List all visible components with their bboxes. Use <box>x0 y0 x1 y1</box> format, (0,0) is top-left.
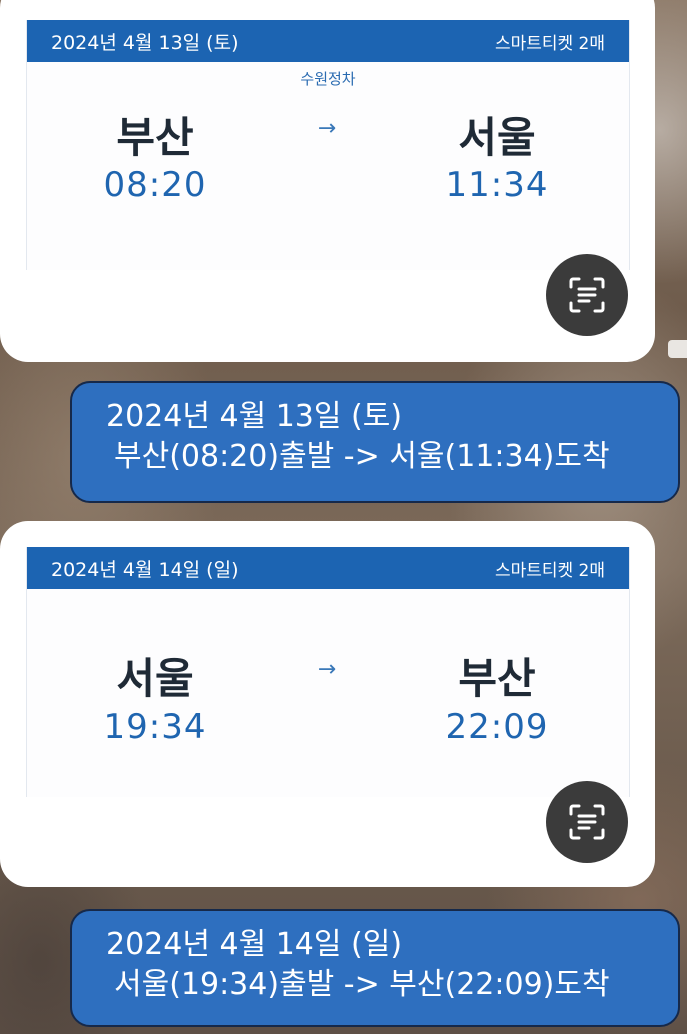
stopover-label: 수원정차 <box>300 70 356 88</box>
scan-glyph <box>569 277 605 313</box>
departure-city: 부산 <box>116 113 194 162</box>
text-scan-icon[interactable] <box>546 254 628 336</box>
arrival-city: 부산 <box>458 654 536 703</box>
message-date: 2024년 4월 14일 (일) <box>106 927 403 962</box>
ticket-date: 2024년 4월 14일 (일) <box>51 558 239 581</box>
message-bubble-2[interactable]: 2024년 4월 14일 (일) 서울(19:34)출발 -> 부산(22:09… <box>70 909 680 1027</box>
ticket-type: 스마트티켓 2매 <box>494 33 605 54</box>
scan-glyph <box>569 804 605 840</box>
arrival-city: 서울 <box>458 113 536 162</box>
side-edge-handle[interactable] <box>668 340 687 358</box>
text-scan-icon[interactable] <box>546 781 628 863</box>
arrow-right-icon: → <box>317 116 337 141</box>
message-route: 부산(08:20)출발 -> 서울(11:34)도착 <box>114 439 610 474</box>
departure-city: 서울 <box>116 654 194 703</box>
message-bubble-1[interactable]: 2024년 4월 13일 (토) 부산(08:20)출발 -> 서울(11:34… <box>70 381 680 503</box>
ticket-type: 스마트티켓 2매 <box>494 560 605 581</box>
message-route: 서울(19:34)출발 -> 부산(22:09)도착 <box>114 967 610 1002</box>
ticket-date: 2024년 4월 13일 (토) <box>51 31 239 54</box>
ticket-header: 2024년 4월 14일 (일) 스마트티켓 2매 <box>27 547 629 589</box>
ticket-image-card-1[interactable]: 2024년 4월 13일 (토) 스마트티켓 2매 수원정차 부산 → 서울 0… <box>0 0 655 362</box>
ticket-2: 2024년 4월 14일 (일) 스마트티켓 2매 서울 → 부산 19:34 … <box>26 547 630 797</box>
departure-time: 08:20 <box>103 165 207 205</box>
arrow-right-icon: → <box>317 657 337 682</box>
ticket-image-card-2[interactable]: 2024년 4월 14일 (일) 스마트티켓 2매 서울 → 부산 19:34 … <box>0 521 655 887</box>
ticket-header: 2024년 4월 13일 (토) 스마트티켓 2매 <box>27 20 629 62</box>
departure-time: 19:34 <box>103 707 207 747</box>
arrival-time: 11:34 <box>445 165 549 205</box>
message-date: 2024년 4월 13일 (토) <box>106 399 403 434</box>
ticket-1: 2024년 4월 13일 (토) 스마트티켓 2매 수원정차 부산 → 서울 0… <box>26 20 630 270</box>
arrival-time: 22:09 <box>445 707 549 747</box>
